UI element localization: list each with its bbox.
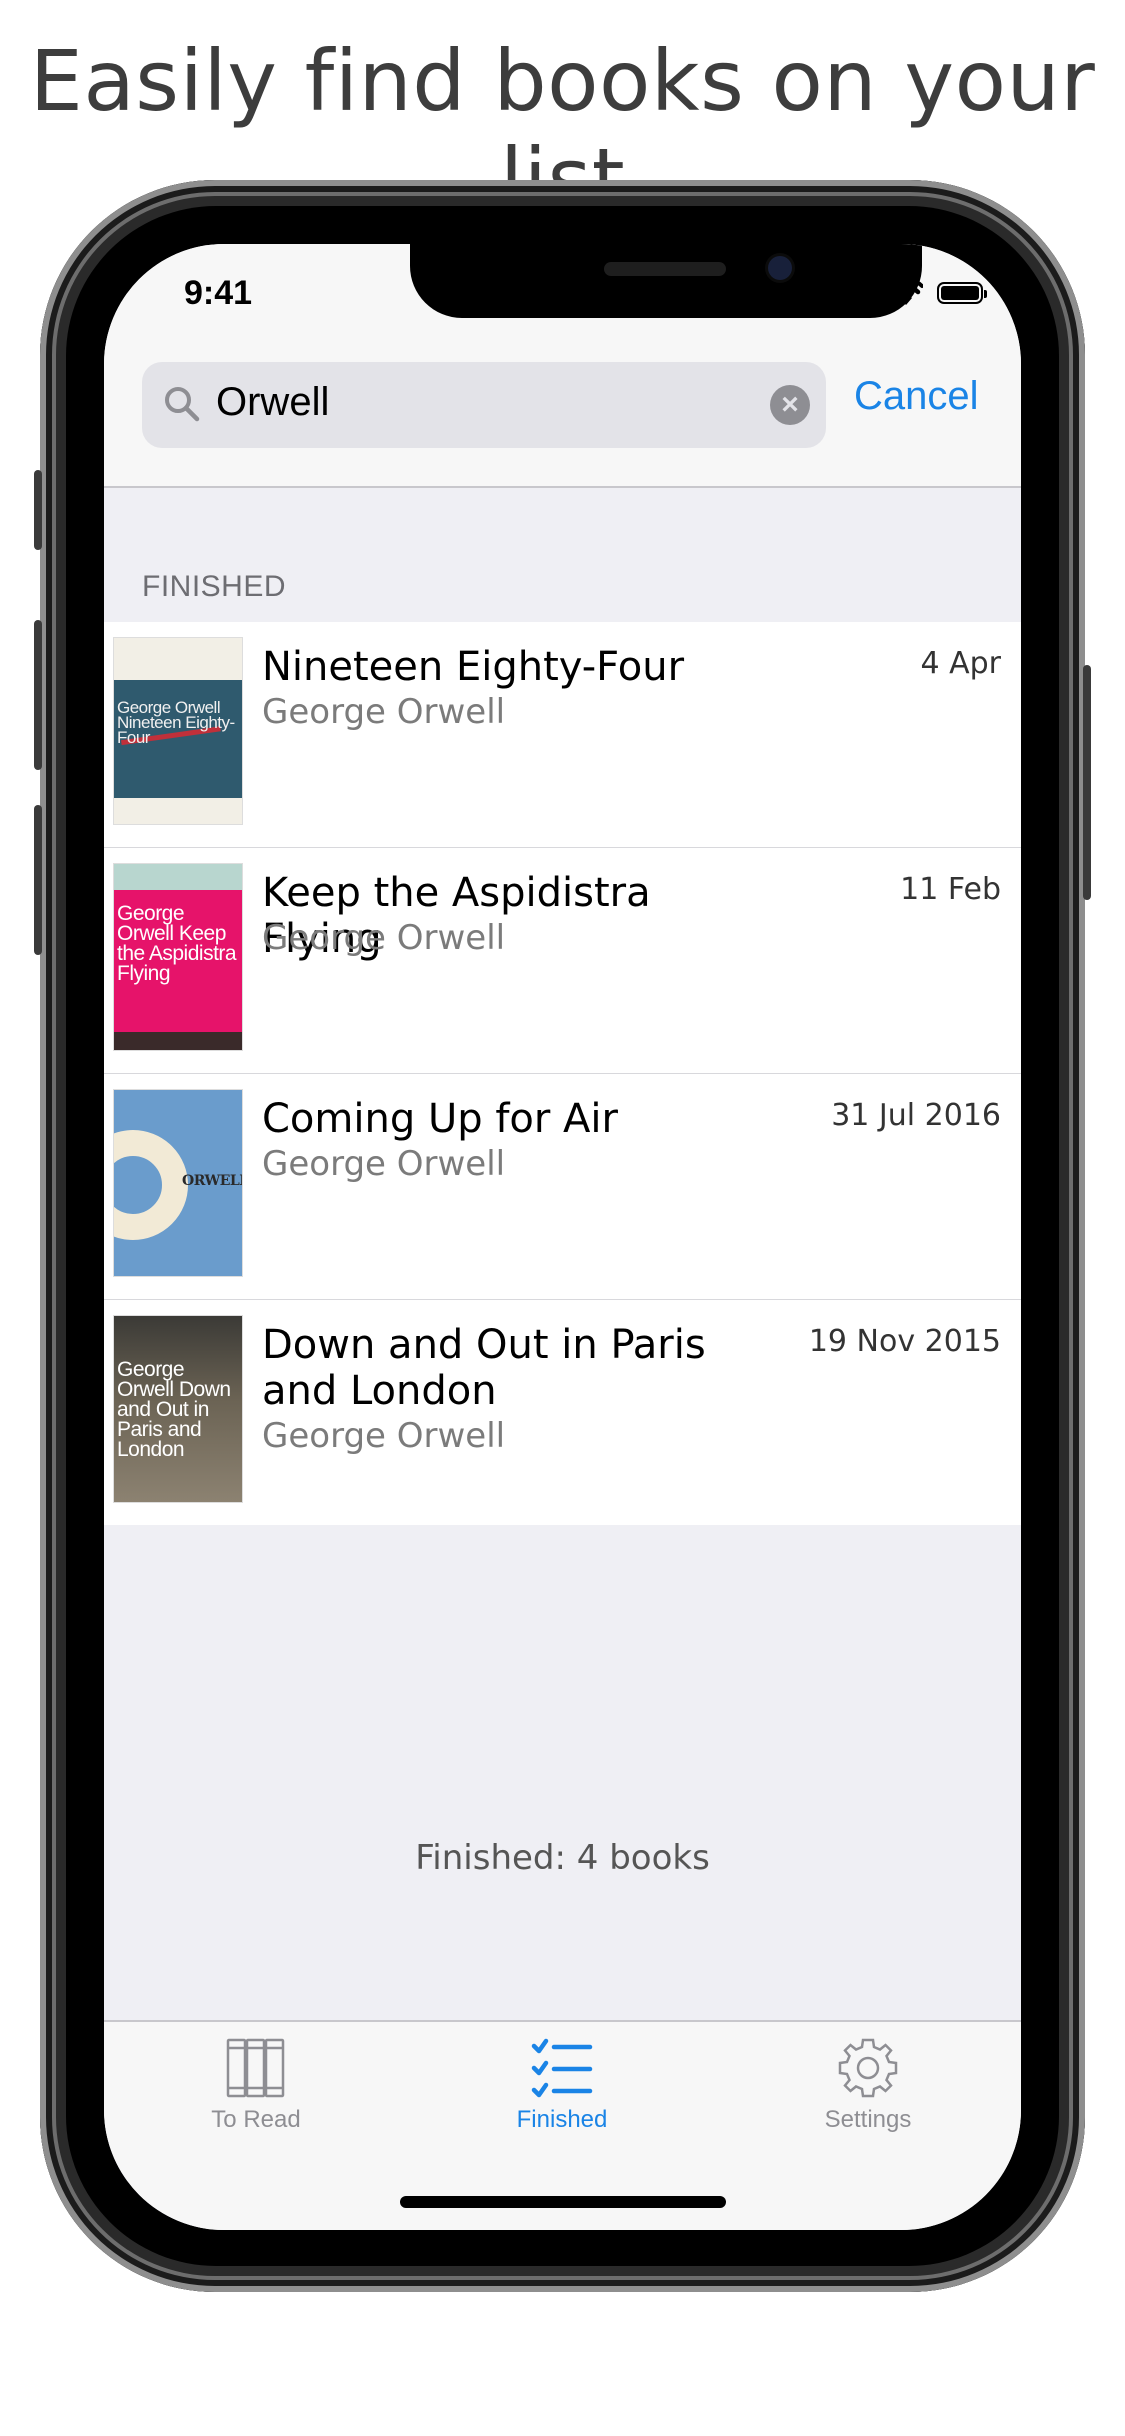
cover-text: George Orwell Keep the Aspidistra Flying bbox=[117, 902, 237, 985]
book-date: 4 Apr bbox=[920, 646, 1001, 681]
notch bbox=[410, 244, 922, 318]
book-author: George Orwell bbox=[262, 1416, 506, 1456]
book-cover: George Orwell Down and Out in Paris and … bbox=[114, 1316, 242, 1502]
book-date: 31 Jul 2016 bbox=[831, 1098, 1001, 1133]
front-camera bbox=[768, 256, 792, 280]
status-time: 9:41 bbox=[184, 274, 253, 312]
book-row[interactable]: George Orwell Keep the Aspidistra Flying… bbox=[104, 848, 1021, 1074]
checklist-icon bbox=[531, 2038, 593, 2098]
tab-label: Settings bbox=[824, 2106, 912, 2133]
tab-finished[interactable]: Finished bbox=[462, 2036, 662, 2134]
book-title: Down and Out in Paris and London bbox=[262, 1322, 706, 1414]
book-row[interactable]: ORWELL Coming Up for Air George Orwell 3… bbox=[104, 1074, 1021, 1300]
book-cover: ORWELL bbox=[114, 1090, 242, 1276]
volume-up-button bbox=[34, 620, 42, 770]
cancel-button[interactable]: Cancel bbox=[854, 374, 979, 419]
tab-settings[interactable]: Settings bbox=[768, 2036, 968, 2134]
book-cover: George Orwell Keep the Aspidistra Flying bbox=[114, 864, 242, 1050]
book-list: George Orwell Nineteen Eighty-Four Ninet… bbox=[104, 622, 1021, 1525]
book-author: George Orwell bbox=[262, 1144, 506, 1184]
book-author: George Orwell bbox=[262, 692, 506, 732]
volume-down-button bbox=[34, 805, 42, 955]
book-title: Coming Up for Air bbox=[262, 1096, 618, 1142]
speaker-grille bbox=[604, 262, 726, 276]
book-date: 11 Feb bbox=[900, 872, 1001, 907]
search-input-value[interactable]: Orwell bbox=[216, 380, 329, 425]
book-date: 19 Nov 2015 bbox=[808, 1324, 1001, 1359]
battery-icon bbox=[937, 282, 987, 304]
phone-screen: 9:41 Orwell × Cancel FINISHED George Orw… bbox=[104, 244, 1021, 2230]
clear-search-icon[interactable]: × bbox=[770, 385, 810, 425]
mute-switch bbox=[34, 470, 42, 550]
book-author: George Orwell bbox=[262, 918, 506, 958]
tab-to-read[interactable]: To Read bbox=[156, 2036, 356, 2134]
gear-icon bbox=[838, 2038, 898, 2098]
home-indicator[interactable] bbox=[400, 2196, 726, 2208]
power-button bbox=[1083, 665, 1091, 900]
search-icon bbox=[165, 387, 200, 422]
books-icon bbox=[226, 2038, 285, 2098]
tab-label: Finished bbox=[516, 2106, 608, 2133]
section-header-finished: FINISHED bbox=[142, 570, 287, 603]
book-row[interactable]: George Orwell Down and Out in Paris and … bbox=[104, 1300, 1021, 1525]
cover-text: George Orwell Down and Out in Paris and … bbox=[117, 1358, 231, 1461]
book-row[interactable]: George Orwell Nineteen Eighty-Four Ninet… bbox=[104, 622, 1021, 848]
book-cover: George Orwell Nineteen Eighty-Four bbox=[114, 638, 242, 824]
cover-text: George Orwell Nineteen Eighty-Four bbox=[117, 698, 235, 747]
book-title: Nineteen Eighty-Four bbox=[262, 644, 685, 690]
search-field[interactable]: Orwell × bbox=[142, 362, 826, 448]
finished-count: Finished: 4 books bbox=[415, 1838, 710, 1878]
tab-label: To Read bbox=[211, 2106, 301, 2133]
cover-text: ORWELL bbox=[182, 1173, 242, 1189]
